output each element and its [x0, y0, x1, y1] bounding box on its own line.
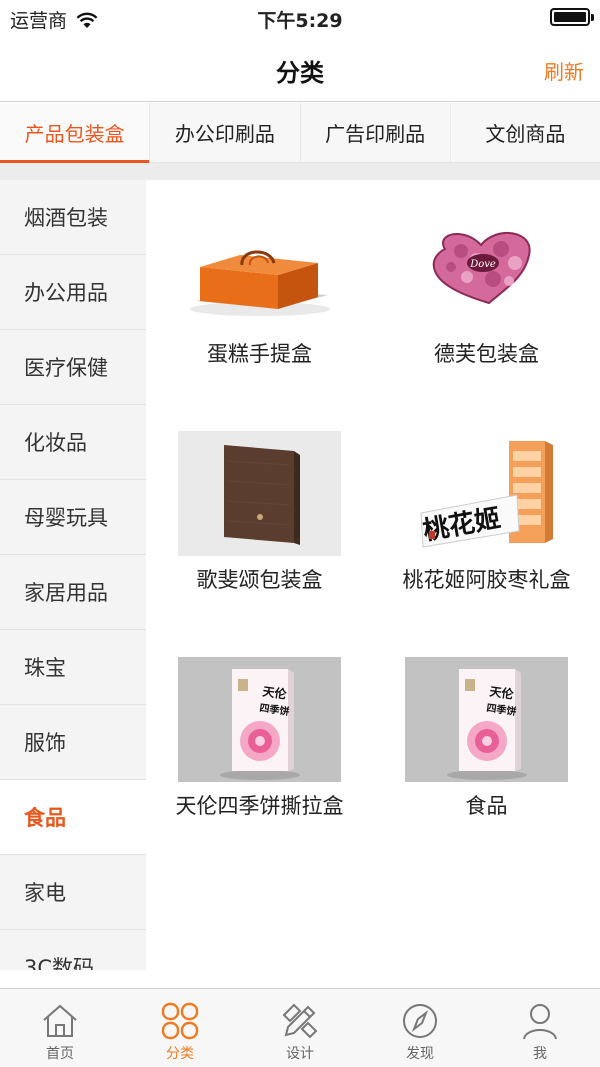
- battery-level: [554, 12, 586, 22]
- sidebar-item-home-goods[interactable]: 家居用品: [0, 555, 146, 630]
- product-name[interactable]: 蛋糕手提盒: [146, 338, 373, 368]
- navigation-bar: 分类 刷新: [0, 36, 600, 102]
- sidebar-item-appliances[interactable]: 家电: [0, 855, 146, 930]
- bottom-tab-bar: 首页 分类 设计 发现 我: [0, 988, 600, 1067]
- product-name[interactable]: 德芙包装盒: [373, 338, 600, 368]
- sidebar-item-apparel[interactable]: 服饰: [0, 705, 146, 780]
- page-title: 分类: [276, 59, 324, 87]
- tab-office-printing[interactable]: 办公印刷品: [150, 103, 301, 162]
- tab-label: 首页: [46, 1046, 74, 1062]
- product-card[interactable]: 天伦 四季饼 天伦四季饼撕拉盒: [146, 632, 373, 858]
- home-icon: [43, 1004, 77, 1037]
- status-time: 下午5:29: [257, 10, 343, 32]
- product-name[interactable]: 桃花姬阿胶枣礼盒: [373, 564, 600, 594]
- category-sidebar[interactable]: 烟酒包装 办公用品 医疗保健 化妆品 母婴玩具 家居用品 珠宝 服饰 食品 家电…: [0, 180, 146, 970]
- product-image-tear-box[interactable]: 天伦 四季饼: [178, 657, 341, 782]
- sidebar-item-healthcare[interactable]: 医疗保健: [0, 330, 146, 405]
- product-card[interactable]: 桃花姬 桃花姬阿胶枣礼盒: [373, 406, 600, 632]
- category-icon: [161, 1002, 199, 1040]
- compass-icon: [403, 1004, 437, 1038]
- product-name[interactable]: 天伦四季饼撕拉盒: [146, 790, 373, 820]
- top-category-tabs: 产品包装盒 办公印刷品 广告印刷品 文创商品: [0, 103, 600, 163]
- design-icon: [282, 1003, 318, 1039]
- tab-label: 分类: [166, 1046, 194, 1062]
- status-bar: 运营商 下午5:29: [0, 0, 600, 36]
- section-divider: [0, 163, 600, 180]
- tab-label: 我: [533, 1046, 547, 1062]
- tab-me[interactable]: 我: [480, 989, 600, 1067]
- product-name[interactable]: 食品: [373, 790, 600, 820]
- tab-category[interactable]: 分类: [120, 989, 240, 1067]
- product-card[interactable]: 蛋糕手提盒: [146, 180, 373, 406]
- product-card[interactable]: 天伦 四季饼 食品: [373, 632, 600, 858]
- product-card[interactable]: 歌斐颂包装盒: [146, 406, 373, 632]
- user-icon: [523, 1004, 557, 1040]
- tab-label: 设计: [286, 1046, 314, 1062]
- refresh-button[interactable]: 刷新: [544, 56, 584, 85]
- sidebar-item-tobacco-liquor[interactable]: 烟酒包装: [0, 180, 146, 255]
- tab-label: 发现: [406, 1046, 434, 1062]
- sidebar-item-jewelry[interactable]: 珠宝: [0, 630, 146, 705]
- tab-home[interactable]: 首页: [0, 989, 120, 1067]
- sidebar-item-baby-toys[interactable]: 母婴玩具: [0, 480, 146, 555]
- tab-product-packaging[interactable]: 产品包装盒: [0, 103, 151, 163]
- product-image-brown-box[interactable]: [178, 431, 341, 556]
- sidebar-item-food[interactable]: 食品: [0, 780, 146, 855]
- tab-ad-printing[interactable]: 广告印刷品: [300, 103, 451, 162]
- product-image-cake-box[interactable]: [178, 205, 341, 330]
- battery-icon: [550, 8, 594, 26]
- sidebar-item-office-supplies[interactable]: 办公用品: [0, 255, 146, 330]
- product-grid: 蛋糕手提盒 Dove 德芙包装盒 歌斐颂包装盒 桃花姬 桃花姬阿胶枣礼盒 天伦 …: [146, 180, 600, 970]
- tab-cultural-goods[interactable]: 文创商品: [450, 103, 600, 162]
- dove-logo: Dove: [469, 259, 496, 270]
- tab-design[interactable]: 设计: [240, 989, 360, 1067]
- product-image-heart-box[interactable]: Dove: [405, 205, 568, 330]
- product-card[interactable]: Dove 德芙包装盒: [373, 180, 600, 406]
- sidebar-item-3c-digital[interactable]: 3C数码: [0, 930, 146, 970]
- product-name[interactable]: 歌斐颂包装盒: [146, 564, 373, 594]
- box-calligraphy: 桃花姬: [421, 504, 503, 547]
- product-image-drawer-box[interactable]: 桃花姬: [405, 431, 568, 556]
- product-image-tear-box[interactable]: 天伦 四季饼: [405, 657, 568, 782]
- tab-discover[interactable]: 发现: [360, 989, 480, 1067]
- sidebar-item-cosmetics[interactable]: 化妆品: [0, 405, 146, 480]
